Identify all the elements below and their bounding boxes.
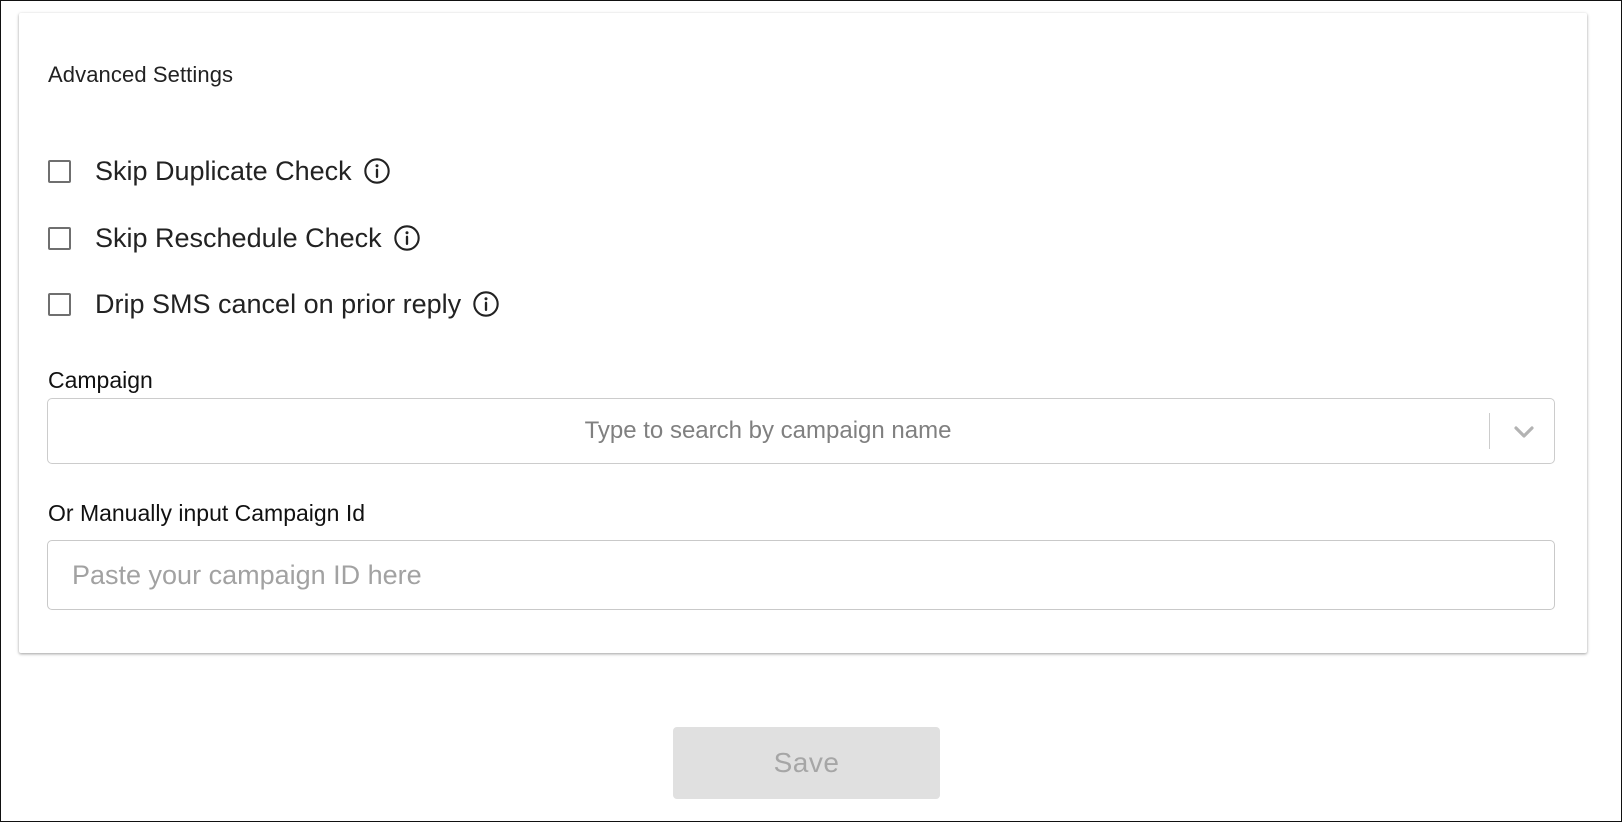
chevron-down-icon[interactable]	[1508, 416, 1540, 448]
section-title: Advanced Settings	[48, 62, 234, 87]
checkbox[interactable]	[48, 292, 71, 316]
option-label: Skip Duplicate Check	[95, 155, 352, 186]
advanced-settings-card: Advanced Settings Skip Duplicate Check S…	[19, 13, 1587, 653]
campaign-id-input[interactable]	[47, 540, 1555, 610]
page-frame: Advanced Settings Skip Duplicate Check S…	[0, 0, 1622, 822]
option-skip-duplicate-check[interactable]: Skip Duplicate Check	[48, 153, 391, 189]
option-label: Skip Reschedule Check	[95, 222, 382, 253]
option-skip-reschedule-check[interactable]: Skip Reschedule Check	[48, 220, 421, 256]
checkbox[interactable]	[48, 159, 71, 183]
campaign-select-placeholder: Type to search by campaign name	[584, 417, 952, 444]
checkbox[interactable]	[48, 226, 71, 250]
info-icon[interactable]	[472, 290, 500, 318]
option-drip-sms-cancel[interactable]: Drip SMS cancel on prior reply	[48, 286, 500, 322]
select-divider	[1489, 413, 1490, 449]
option-label: Drip SMS cancel on prior reply	[95, 288, 462, 319]
save-button[interactable]: Save	[673, 727, 940, 799]
campaign-id-label: Or Manually input Campaign Id	[48, 500, 366, 526]
info-icon[interactable]	[393, 224, 421, 252]
campaign-select[interactable]: Type to search by campaign name	[47, 398, 1555, 464]
campaign-label: Campaign	[48, 367, 153, 393]
info-icon[interactable]	[363, 157, 391, 185]
